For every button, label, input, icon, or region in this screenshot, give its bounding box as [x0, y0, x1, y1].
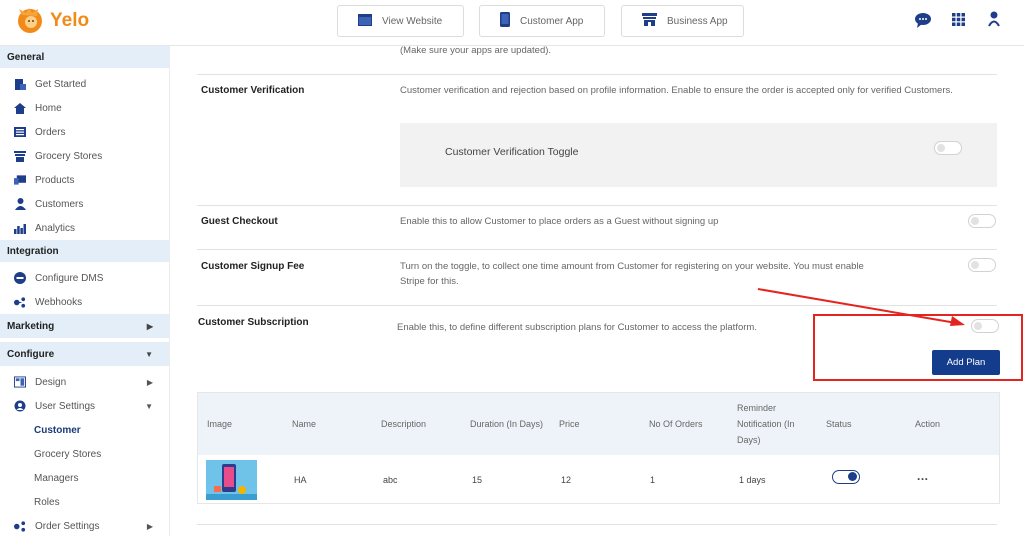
sidebar-item-label: Home: [35, 102, 62, 114]
sidebar-subitem-managers[interactable]: Managers: [0, 466, 169, 490]
sidebar-item-label: Get Started: [35, 78, 87, 90]
apps-grid-icon[interactable]: [952, 13, 965, 31]
customer-app-label: Customer App: [520, 15, 584, 27]
website-icon: [358, 13, 372, 29]
chevron-down-icon: ▼: [145, 401, 153, 411]
chat-icon[interactable]: [914, 12, 932, 33]
order-settings-icon: [14, 520, 26, 532]
section-marketing-label: Marketing: [7, 320, 55, 332]
sidebar-item-label: Configure DMS: [35, 272, 104, 284]
top-bar: Yelo View Website Customer App Business …: [0, 0, 1024, 46]
sidebar-item-analytics[interactable]: Analytics: [0, 216, 169, 240]
sidebar-item-label: Order Settings: [35, 520, 100, 532]
sidebar-item-label: Orders: [35, 126, 66, 138]
analytics-icon: [14, 222, 26, 234]
customers-icon: [14, 198, 26, 210]
orders-icon: [14, 126, 26, 138]
section-configure-label: Configure: [7, 348, 55, 360]
webhooks-icon: [14, 296, 26, 308]
section-configure[interactable]: Configure ▼: [0, 342, 169, 366]
sidebar-item-customers[interactable]: Customers: [0, 192, 169, 216]
section-marketing[interactable]: Marketing ▶: [0, 314, 169, 338]
sidebar-item-grocery-stores[interactable]: Grocery Stores: [0, 144, 169, 168]
view-website-label: View Website: [382, 15, 443, 27]
sidebar-item-orders[interactable]: Orders: [0, 120, 169, 144]
business-app-button[interactable]: Business App: [621, 5, 744, 37]
sidebar-item-configure-dms[interactable]: Configure DMS: [0, 266, 169, 290]
logo[interactable]: Yelo: [16, 7, 89, 35]
chevron-right-icon: ▶: [146, 321, 153, 331]
chevron-down-icon: ▼: [145, 349, 153, 359]
sidebar-item-get-started[interactable]: Get Started: [0, 72, 169, 96]
sidebar-item-label: Webhooks: [35, 296, 83, 308]
user-icon[interactable]: [988, 11, 1000, 32]
section-general: General: [0, 46, 169, 68]
sidebar-item-label: Design: [35, 376, 67, 388]
user-settings-icon: [14, 400, 26, 412]
chevron-right-icon: ▶: [146, 521, 153, 531]
business-app-label: Business App: [667, 15, 728, 27]
dms-icon: [14, 272, 26, 284]
sidebar-item-home[interactable]: Home: [0, 96, 169, 120]
store-icon: [14, 150, 26, 162]
chevron-right-icon: ▶: [146, 377, 153, 387]
sidebar-item-webhooks[interactable]: Webhooks: [0, 290, 169, 314]
section-integration-label: Integration: [7, 245, 59, 257]
sidebar-item-label: Grocery Stores: [35, 150, 103, 162]
get-started-icon: [14, 78, 26, 90]
sidebar-subitem-customer[interactable]: Customer: [0, 418, 169, 442]
customer-app-button[interactable]: Customer App: [479, 5, 605, 37]
main-content: (Make sure your apps are updated). Custo…: [170, 46, 1024, 536]
home-icon: [14, 102, 26, 114]
sidebar-item-label: Customers: [35, 198, 84, 210]
sidebar-item-label: Analytics: [35, 222, 76, 234]
sidebar-item-order-settings[interactable]: Order Settings ▶: [0, 514, 169, 536]
sidebar-item-user-settings[interactable]: User Settings ▼: [0, 394, 169, 418]
sidebar-item-label: User Settings: [35, 400, 96, 412]
lion-logo-icon: [16, 7, 46, 35]
sidebar-subitem-grocery-stores[interactable]: Grocery Stores: [0, 442, 169, 466]
sidebar-item-products[interactable]: Products: [0, 168, 169, 192]
section-general-label: General: [7, 51, 45, 63]
store-icon: [642, 12, 657, 30]
products-icon: [14, 174, 26, 186]
sidebar: General Get Started Home Orders Grocery …: [0, 46, 170, 536]
logo-text: Yelo: [50, 10, 90, 31]
phone-icon: [500, 12, 510, 30]
section-integration: Integration: [0, 240, 169, 262]
sidebar-subitem-roles[interactable]: Roles: [0, 490, 169, 514]
design-icon: [14, 376, 26, 388]
arrow-annotation-icon: [757, 288, 965, 326]
sidebar-item-design[interactable]: Design ▶: [0, 370, 169, 394]
view-website-button[interactable]: View Website: [337, 5, 464, 37]
sidebar-item-label: Products: [35, 174, 75, 186]
